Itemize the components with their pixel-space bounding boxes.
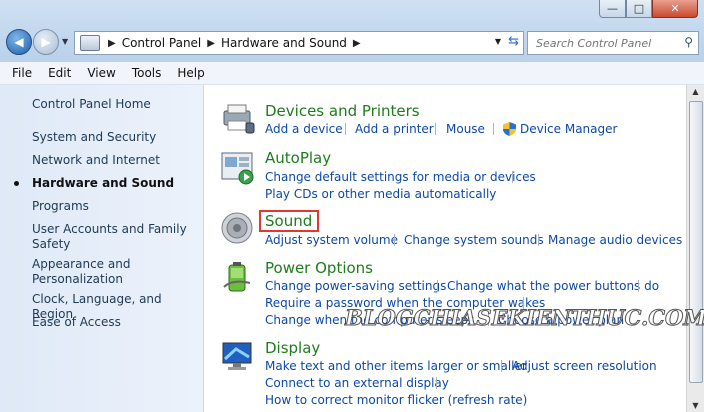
sidebar-item-ease-of-access[interactable]: Ease of Access xyxy=(32,315,198,330)
search-box[interactable]: ⚲ xyxy=(527,31,699,55)
menu-view[interactable]: View xyxy=(79,66,123,80)
forward-button[interactable]: ▶ xyxy=(33,29,59,55)
change-system-sounds-link[interactable]: Change system sounds xyxy=(404,233,544,247)
window-chrome: — □ ✕ ◀ ▶ ▼ ▶ Control Panel ▶ Hardware a… xyxy=(0,0,704,62)
breadcrumb-control-panel[interactable]: Control Panel xyxy=(122,36,202,50)
sidebar: Control Panel Home System and Security N… xyxy=(0,85,204,412)
highlight-box xyxy=(259,210,319,232)
watermark: BLOGCHIASEKIENTHUC.COM xyxy=(345,305,704,331)
sidebar-item-programs[interactable]: Programs xyxy=(32,199,198,214)
menu-help[interactable]: Help xyxy=(169,66,212,80)
link-separator xyxy=(501,360,502,372)
make-text-larger-link[interactable]: Make text and other items larger or smal… xyxy=(265,359,527,373)
sidebar-item-user-accounts[interactable]: User Accounts and Family Safety xyxy=(32,222,198,252)
mouse-link[interactable]: Mouse xyxy=(446,122,485,136)
menu-file[interactable]: File xyxy=(0,66,40,80)
device-manager-link[interactable]: Device Manager xyxy=(520,122,617,136)
link-separator xyxy=(512,171,513,183)
link-separator xyxy=(345,123,346,135)
chevron-right-icon[interactable]: ▶ xyxy=(108,38,116,49)
close-button[interactable]: ✕ xyxy=(652,0,698,18)
control-panel-icon xyxy=(80,35,100,51)
link-separator xyxy=(538,234,539,246)
back-button[interactable]: ◀ xyxy=(6,29,32,55)
refresh-icon[interactable]: ⇆ xyxy=(508,34,519,49)
link-separator xyxy=(493,123,494,135)
menu-bar: File Edit View Tools Help xyxy=(0,62,704,85)
manage-audio-devices-link[interactable]: Manage audio devices xyxy=(548,233,682,247)
devices-and-printers-title[interactable]: Devices and Printers xyxy=(265,102,420,120)
sidebar-item-hardware-and-sound: Hardware and Sound xyxy=(32,176,175,190)
minimize-button[interactable]: — xyxy=(599,0,626,18)
breadcrumb-hardware-and-sound[interactable]: Hardware and Sound xyxy=(221,36,347,50)
chevron-right-icon[interactable]: ▶ xyxy=(207,38,215,49)
scrollbar-thumb[interactable] xyxy=(689,101,703,383)
scroll-up-icon[interactable]: ▲ xyxy=(687,87,704,96)
caption-buttons: — □ ✕ xyxy=(599,0,698,18)
link-separator xyxy=(394,234,395,246)
battery-icon[interactable] xyxy=(220,259,256,293)
play-cds-link[interactable]: Play CDs or other media automatically xyxy=(265,187,496,201)
current-item-bullet xyxy=(14,181,19,186)
monitor-flicker-link[interactable]: How to correct monitor flicker (refresh … xyxy=(265,393,527,407)
link-separator xyxy=(437,280,438,292)
navigation-bar: ◀ ▶ ▼ ▶ Control Panel ▶ Hardware and Sou… xyxy=(0,27,704,59)
vertical-scrollbar[interactable]: ▲ ▼ xyxy=(686,85,704,412)
sidebar-item-control-panel-home[interactable]: Control Panel Home xyxy=(32,97,198,112)
link-separator xyxy=(638,280,639,292)
connect-external-display-link[interactable]: Connect to an external display xyxy=(265,376,449,390)
maximize-button[interactable]: □ xyxy=(626,0,652,18)
search-input[interactable] xyxy=(534,35,680,51)
change-power-saving-link[interactable]: Change power-saving settings xyxy=(265,279,446,293)
speaker-icon[interactable] xyxy=(220,211,256,245)
monitor-icon[interactable] xyxy=(220,339,256,373)
devices-and-printers-icon[interactable] xyxy=(220,101,256,135)
link-separator xyxy=(436,377,437,389)
change-power-buttons-link[interactable]: Change what the power buttons do xyxy=(447,279,659,293)
sidebar-item-network-and-internet[interactable]: Network and Internet xyxy=(32,153,198,168)
sidebar-item-system-and-security[interactable]: System and Security xyxy=(32,130,198,145)
link-separator xyxy=(435,123,436,135)
shield-icon xyxy=(503,122,516,136)
address-bar[interactable]: ▶ Control Panel ▶ Hardware and Sound ▶ ▼… xyxy=(74,31,524,55)
chevron-right-icon[interactable]: ▶ xyxy=(353,38,361,49)
autoplay-title[interactable]: AutoPlay xyxy=(265,149,331,167)
add-a-printer-link[interactable]: Add a printer xyxy=(355,122,434,136)
scroll-down-icon[interactable]: ▼ xyxy=(687,401,704,410)
change-default-settings-link[interactable]: Change default settings for media or dev… xyxy=(265,170,536,184)
menu-edit[interactable]: Edit xyxy=(40,66,79,80)
power-options-title[interactable]: Power Options xyxy=(265,259,373,277)
adjust-system-volume-link[interactable]: Adjust system volume xyxy=(265,233,398,247)
autoplay-icon[interactable] xyxy=(220,151,256,185)
adjust-screen-resolution-link[interactable]: Adjust screen resolution xyxy=(512,359,657,373)
display-title[interactable]: Display xyxy=(265,339,320,357)
menu-tools[interactable]: Tools xyxy=(124,66,170,80)
add-a-device-link[interactable]: Add a device xyxy=(265,122,343,136)
search-icon[interactable]: ⚲ xyxy=(684,35,693,49)
sidebar-item-appearance[interactable]: Appearance and Personalization xyxy=(32,257,198,287)
address-dropdown-icon[interactable]: ▼ xyxy=(495,37,501,46)
recent-pages-dropdown[interactable]: ▼ xyxy=(62,37,68,46)
main-content: Devices and Printers Add a device Add a … xyxy=(204,85,686,412)
